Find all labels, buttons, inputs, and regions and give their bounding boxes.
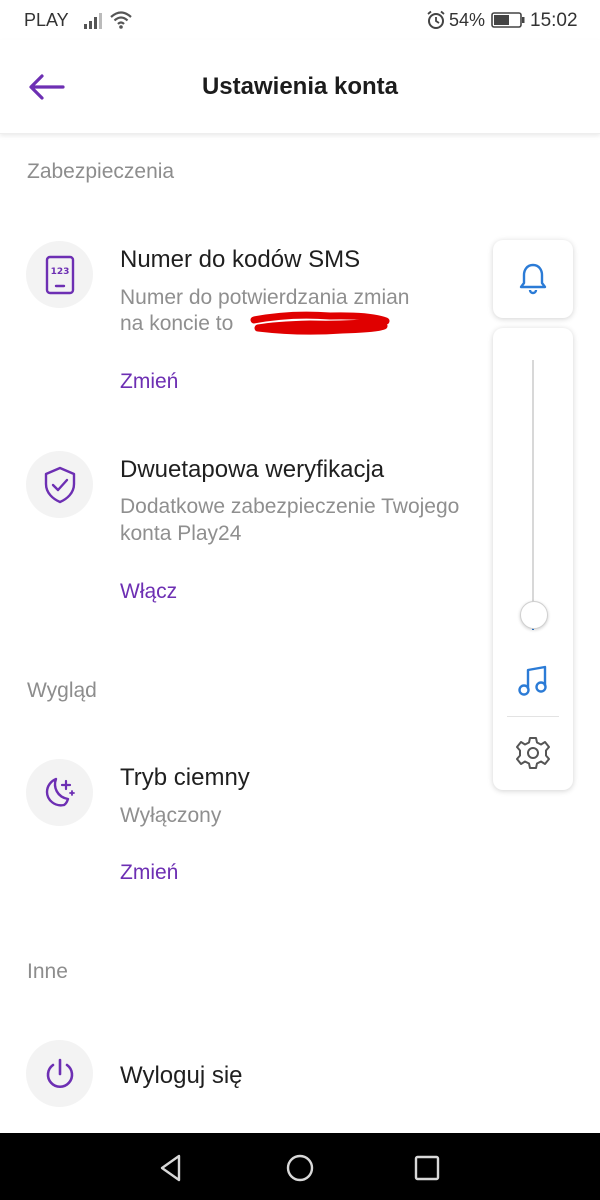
- ringer-toggle-button[interactable]: [493, 240, 573, 318]
- sms-number-change-link[interactable]: Zmień: [120, 370, 178, 394]
- page-title: Ustawienia konta: [201, 73, 399, 100]
- logout-icon-badge[interactable]: [26, 1040, 93, 1107]
- section-title-other: Inne: [27, 960, 68, 983]
- two-step-subtitle-2: konta Play24: [120, 522, 242, 545]
- two-step-icon-badge: [26, 451, 93, 518]
- volume-divider: [507, 716, 559, 717]
- music-volume-button[interactable]: [516, 664, 550, 703]
- nav-recents-button[interactable]: [410, 1151, 444, 1185]
- logout-button[interactable]: Wyloguj się: [120, 1062, 243, 1090]
- system-nav-bar: [0, 1133, 600, 1200]
- battery-icon: [491, 12, 525, 28]
- redaction-scribble: [250, 311, 390, 335]
- status-bar: PLAY 54% 15:02: [0, 0, 600, 40]
- battery-percent: 54%: [449, 10, 486, 30]
- svg-text:123: 123: [50, 267, 69, 277]
- volume-slider-track[interactable]: [532, 360, 534, 630]
- moon-stars-icon: [45, 777, 75, 807]
- volume-panel: [493, 328, 573, 790]
- sms-number-title: Numer do kodów SMS: [120, 246, 361, 273]
- section-title-appearance: Wygląd: [27, 679, 97, 702]
- volume-slider-thumb[interactable]: [520, 601, 548, 629]
- music-note-icon: [518, 665, 547, 696]
- nav-home-button[interactable]: [283, 1151, 317, 1185]
- signal-icon: [84, 13, 102, 29]
- home-circle-icon: [286, 1154, 314, 1182]
- two-step-subtitle-1: Dodatkowe zabezpieczenie Twojego: [120, 495, 460, 518]
- sms-number-icon-badge: 123: [26, 241, 93, 308]
- nav-back-button[interactable]: [155, 1151, 189, 1185]
- dark-mode-change-link[interactable]: Zmień: [120, 861, 178, 885]
- phone-123-icon: 123: [45, 255, 74, 294]
- clock: 15:02: [530, 10, 578, 31]
- power-icon: [46, 1058, 73, 1088]
- carrier-label: PLAY: [24, 10, 69, 30]
- dark-mode-status: Wyłączony: [120, 804, 222, 827]
- dark-mode-title: Tryb ciemny: [120, 764, 250, 791]
- shield-check-icon: [44, 466, 75, 503]
- app-bar: Ustawienia konta: [0, 40, 600, 134]
- wifi-icon: [110, 11, 132, 29]
- back-triangle-icon: [160, 1154, 181, 1182]
- bell-icon: [519, 263, 547, 295]
- gear-icon: [516, 737, 550, 769]
- sms-number-subtitle-1: Numer do potwierdzania zmian: [120, 286, 410, 309]
- sound-settings-button[interactable]: [515, 735, 551, 776]
- section-title-security: Zabezpieczenia: [27, 160, 175, 183]
- recents-square-icon: [414, 1155, 440, 1181]
- two-step-title: Dwuetapowa weryfikacja: [120, 456, 385, 483]
- two-step-enable-link[interactable]: Włącz: [120, 580, 177, 604]
- alarm-icon: [427, 10, 445, 29]
- dark-mode-icon-badge: [26, 759, 93, 826]
